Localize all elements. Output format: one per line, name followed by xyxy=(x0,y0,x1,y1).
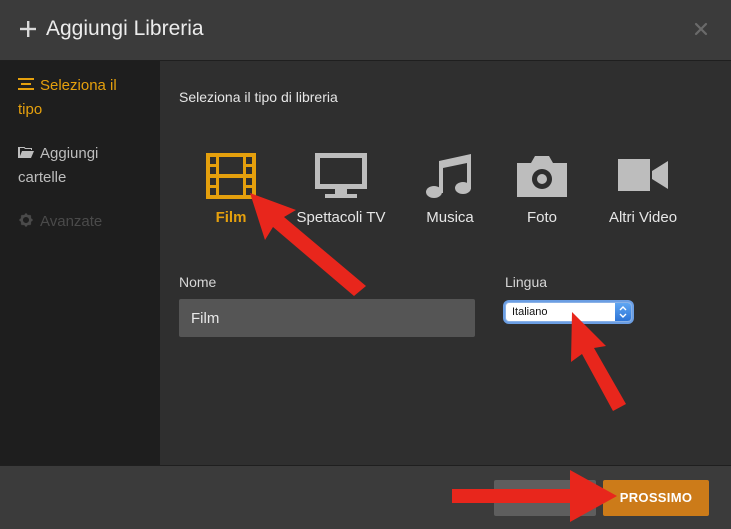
language-select[interactable]: Italiano xyxy=(505,302,632,322)
close-icon[interactable] xyxy=(692,20,710,38)
sidebar-item-advanced: Avanzate xyxy=(18,210,148,234)
main-content: Seleziona il tipo di libreria Film Spett… xyxy=(160,61,731,465)
section-label: Seleziona il tipo di libreria xyxy=(179,89,338,105)
type-music[interactable]: Musica xyxy=(425,153,475,226)
folder-open-icon xyxy=(18,147,34,158)
sidebar-item-select-type[interactable]: Seleziona il tipo xyxy=(18,74,148,122)
music-note-icon xyxy=(426,154,471,198)
plus-icon xyxy=(20,21,36,37)
video-camera-icon xyxy=(618,159,668,191)
language-select-value: Italiano xyxy=(512,306,548,318)
type-label: Altri Video xyxy=(608,209,678,226)
type-label: Foto xyxy=(526,209,557,226)
language-label: Lingua xyxy=(505,274,548,290)
tv-icon xyxy=(315,153,367,198)
type-photo[interactable]: Foto xyxy=(517,153,567,226)
cancel-button[interactable]: ANNULLA xyxy=(494,480,596,516)
sidebar-item-label: Aggiungi xyxy=(40,145,99,162)
type-film[interactable]: Film xyxy=(206,153,256,226)
select-stepper-icon xyxy=(615,303,631,321)
camera-icon xyxy=(517,156,567,197)
type-label: Film xyxy=(215,209,247,226)
type-other-videos[interactable]: Altri Video xyxy=(609,153,677,226)
dialog-title: Aggiungi Libreria xyxy=(46,17,204,40)
type-tv-shows[interactable]: Spettacoli TV xyxy=(297,153,385,226)
sidebar-item-add-folders[interactable]: Aggiungi cartelle xyxy=(18,142,148,190)
gear-icon xyxy=(19,213,33,227)
wizard-sidebar: Seleziona il tipo Aggiungi cartelle Avan… xyxy=(0,61,160,465)
next-button[interactable]: PROSSIMO xyxy=(603,480,709,516)
sidebar-item-label: Seleziona il xyxy=(40,77,117,94)
name-input[interactable] xyxy=(179,299,475,337)
dialog-header: Aggiungi Libreria xyxy=(0,0,731,61)
film-icon xyxy=(206,153,256,199)
sidebar-item-label: cartelle xyxy=(18,169,67,186)
list-icon xyxy=(18,78,34,90)
add-library-dialog: Aggiungi Libreria Seleziona il tipo Aggi… xyxy=(0,0,731,529)
type-label: Spettacoli TV xyxy=(296,209,386,226)
sidebar-item-label: tipo xyxy=(18,101,43,118)
name-label: Nome xyxy=(179,274,217,290)
sidebar-item-label: Avanzate xyxy=(40,213,103,230)
